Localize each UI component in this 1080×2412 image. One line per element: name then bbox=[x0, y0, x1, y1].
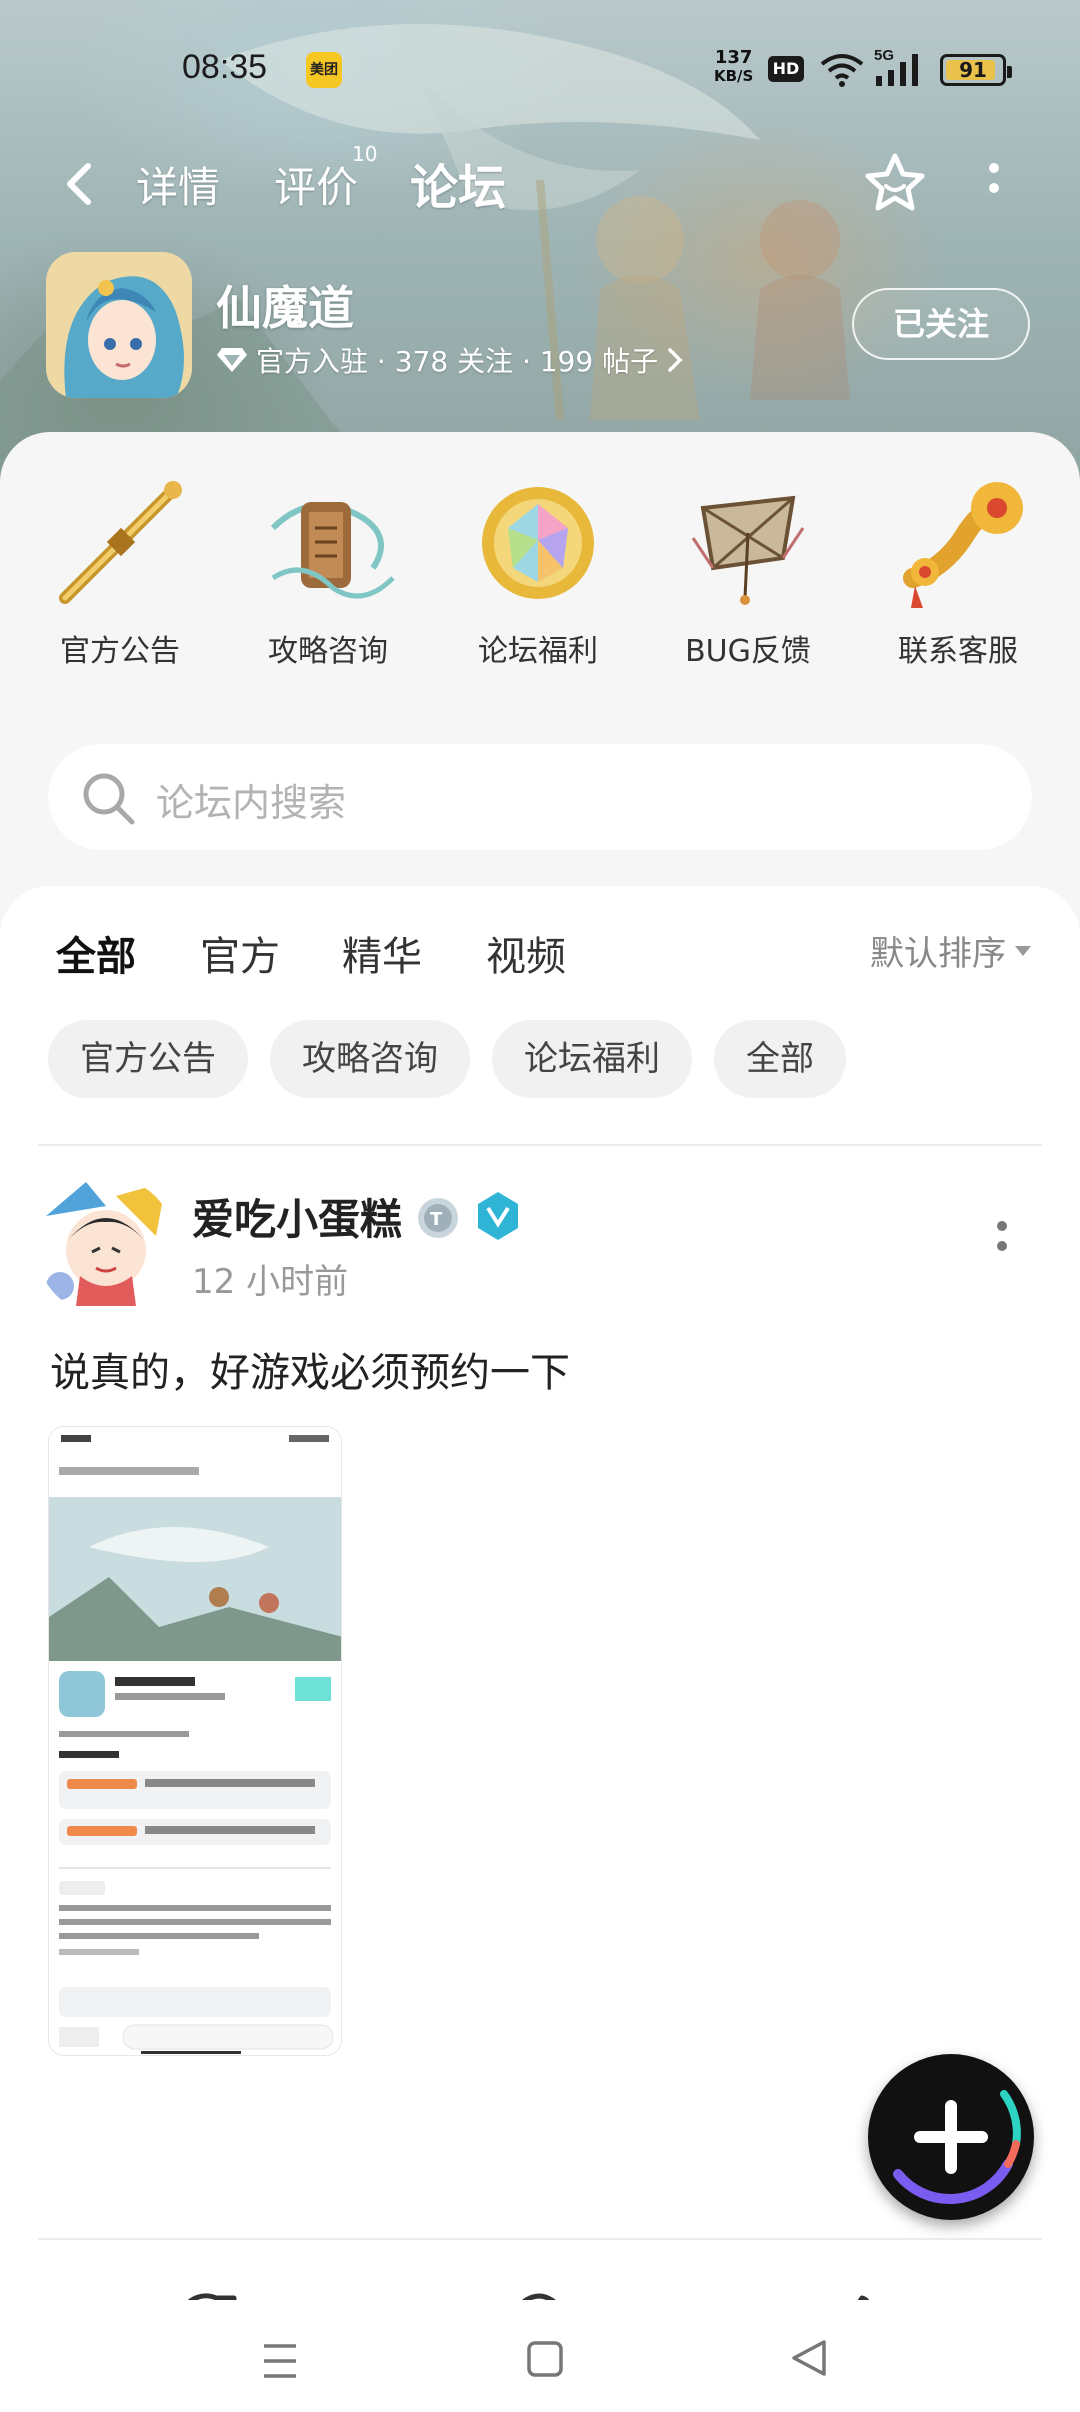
feed-tab-featured[interactable]: 精华 bbox=[342, 924, 422, 982]
battery-icon: 91 bbox=[940, 54, 1012, 86]
chevron-right-icon bbox=[668, 348, 683, 372]
tab-review[interactable]: 评价 bbox=[274, 154, 358, 215]
game-icon[interactable] bbox=[46, 252, 192, 398]
sort-dropdown[interactable]: 默认排序 bbox=[870, 926, 1032, 975]
game-meta-text: 官方入驻 · 378 关注 · 199 帖子 bbox=[256, 345, 659, 378]
home-icon[interactable] bbox=[526, 2340, 564, 2378]
tab-forum[interactable]: 论坛 bbox=[410, 148, 506, 218]
verified-badge-icon bbox=[478, 1192, 518, 1240]
create-post-button[interactable] bbox=[868, 2054, 1034, 2220]
game-meta[interactable]: 官方入驻 · 378 关注 · 199 帖子 bbox=[216, 340, 684, 380]
category-forum-benefits[interactable]: 论坛福利 bbox=[438, 468, 638, 670]
game-character-icon bbox=[46, 252, 192, 398]
network-speed: 137 KB/S bbox=[714, 47, 754, 85]
game-title: 仙魔道 bbox=[216, 281, 354, 335]
plus-icon bbox=[893, 2090, 1021, 2205]
level-badge-icon: T bbox=[418, 1198, 458, 1238]
more-options-icon[interactable] bbox=[982, 160, 1006, 208]
chip-all[interactable]: 全部 bbox=[714, 1020, 846, 1098]
category-label: 论坛福利 bbox=[478, 634, 598, 669]
system-navigation-bar bbox=[0, 2300, 1080, 2412]
chip-official-announcement[interactable]: 官方公告 bbox=[48, 1020, 248, 1098]
post-more-icon[interactable] bbox=[990, 1216, 1014, 1266]
category-strategy-help[interactable]: 攻略咨询 bbox=[228, 468, 428, 670]
forum-search-input[interactable]: 论坛内搜索 bbox=[48, 744, 1032, 850]
bug-kite-icon bbox=[691, 495, 805, 605]
sort-label: 默认排序 bbox=[870, 934, 1006, 974]
feed-tab-official[interactable]: 官方 bbox=[200, 924, 280, 982]
category-label: 官方公告 bbox=[60, 634, 180, 669]
dropdown-triangle-icon bbox=[1015, 945, 1031, 956]
post-screenshot-image bbox=[49, 1427, 341, 2055]
golden-staff-icon bbox=[59, 481, 182, 604]
post-time: 12 小时前 bbox=[192, 1262, 349, 1302]
category-grid: 官方公告 攻略咨询 论坛福利 BUG反馈 联系客服 bbox=[0, 468, 1080, 670]
post-image-thumbnail[interactable] bbox=[48, 1426, 342, 2056]
network-type: 5G bbox=[874, 47, 894, 64]
category-contact-support[interactable]: 联系客服 bbox=[858, 468, 1058, 670]
avatar[interactable] bbox=[36, 1176, 176, 1316]
divider bbox=[38, 2238, 1042, 2240]
gem-icon bbox=[482, 487, 594, 599]
search-icon bbox=[83, 773, 135, 825]
post-author-name[interactable]: 爱吃小蛋糕 bbox=[192, 1186, 402, 1247]
divider bbox=[38, 1144, 1042, 1146]
search-placeholder: 论坛内搜索 bbox=[156, 781, 347, 825]
battery-percent: 91 bbox=[959, 58, 987, 82]
category-label: 联系客服 bbox=[898, 634, 1018, 669]
tab-detail[interactable]: 详情 bbox=[136, 154, 220, 215]
ruyi-icon bbox=[903, 482, 1023, 608]
follow-button[interactable]: 已关注 bbox=[852, 288, 1030, 360]
top-nav: 详情 评价 10 论坛 bbox=[0, 140, 1080, 230]
feed-tab-all[interactable]: 全部 bbox=[56, 924, 136, 982]
diamond-icon bbox=[217, 348, 247, 372]
review-count-badge: 10 bbox=[352, 142, 378, 166]
avatar-character-icon bbox=[36, 1176, 176, 1316]
chip-strategy-help[interactable]: 攻略咨询 bbox=[270, 1020, 470, 1098]
app-notification-icon: 美团 bbox=[306, 52, 342, 88]
system-back-icon[interactable] bbox=[790, 2338, 828, 2378]
feed-tabs: 全部 官方 精华 视频 默认排序 bbox=[0, 924, 1080, 994]
category-official-announcement[interactable]: 官方公告 bbox=[20, 468, 220, 670]
scroll-icon bbox=[270, 502, 395, 599]
category-label: 攻略咨询 bbox=[268, 634, 388, 669]
feed-tab-video[interactable]: 视频 bbox=[486, 924, 566, 982]
post-content: 说真的，好游戏必须预约一下 bbox=[50, 1350, 570, 1396]
status-time: 08:35 bbox=[182, 48, 268, 86]
wifi-icon bbox=[820, 54, 864, 87]
back-button[interactable] bbox=[56, 156, 106, 212]
chip-forum-benefits[interactable]: 论坛福利 bbox=[492, 1020, 692, 1098]
favorite-star-icon[interactable] bbox=[862, 150, 928, 216]
signal-5g-icon: 5G bbox=[874, 47, 918, 86]
category-label: BUG反馈 bbox=[685, 634, 811, 669]
filter-chips: 官方公告 攻略咨询 论坛福利 全部 bbox=[48, 1020, 846, 1100]
hd-icon: HD bbox=[768, 56, 804, 82]
category-bug-feedback[interactable]: BUG反馈 bbox=[648, 468, 848, 670]
svg-text:T: T bbox=[430, 1209, 443, 1230]
status-bar: 08:35 美团 137 KB/S HD 5G 91 bbox=[0, 40, 1080, 100]
recent-apps-icon[interactable] bbox=[262, 2342, 298, 2380]
